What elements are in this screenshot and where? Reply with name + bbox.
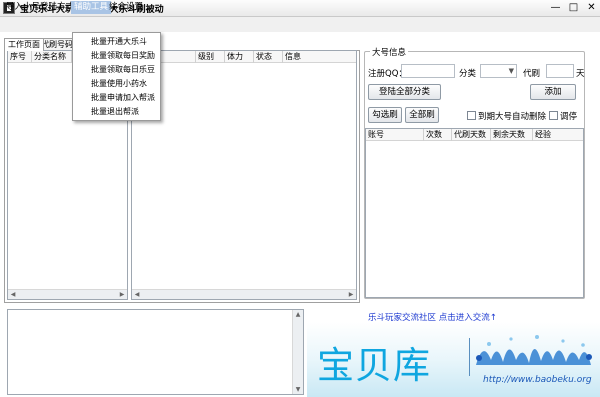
- qq-input[interactable]: [401, 64, 455, 78]
- add-button[interactable]: 添加: [530, 84, 576, 100]
- account-status-table[interactable]: [131, 50, 357, 300]
- column-account[interactable]: 账号: [366, 129, 424, 141]
- splash-art-icon: [476, 335, 592, 365]
- scroll-left-icon[interactable]: ◀: [133, 291, 141, 299]
- days-input[interactable]: [546, 64, 574, 78]
- account-table[interactable]: [365, 128, 584, 298]
- auto-delete-checkbox[interactable]: [467, 111, 476, 120]
- column-status[interactable]: 状态: [254, 51, 283, 63]
- menu-item-quit-guild[interactable]: 批量退出帮派: [73, 105, 160, 118]
- log-textarea[interactable]: [7, 309, 304, 395]
- maximize-button[interactable]: □: [565, 1, 582, 15]
- scroll-right-icon[interactable]: ▶: [118, 291, 126, 299]
- scroll-left-icon[interactable]: ◀: [9, 291, 17, 299]
- close-button[interactable]: ✕: [583, 1, 600, 15]
- tools-dropdown-menu: 批量开通大乐斗 批量领取每日奖励 批量领取每日乐豆 批量使用小药水 批量申请加入…: [72, 32, 161, 121]
- menu-item-daily-beans[interactable]: 批量领取每日乐豆: [73, 63, 160, 76]
- column-remaining-days[interactable]: 剩余天数: [491, 129, 533, 141]
- category-label: 分类: [459, 69, 477, 79]
- select-checked-button[interactable]: 勾选刷: [368, 107, 402, 123]
- column-level[interactable]: 级别: [196, 51, 225, 63]
- column-stamina[interactable]: 体力: [225, 51, 254, 63]
- auto-delete-label: 到期大号自动删除: [478, 112, 547, 122]
- pause-label: 调停: [560, 112, 578, 122]
- refresh-all-button[interactable]: 全部刷: [405, 107, 439, 123]
- column-info[interactable]: 信息: [283, 51, 356, 63]
- menu-item-join-guild[interactable]: 批量申请加入帮派: [73, 91, 160, 104]
- days-unit: 天: [576, 69, 585, 79]
- account-info-title: 大号信息: [370, 46, 409, 58]
- category-select[interactable]: ▼: [480, 64, 517, 78]
- baobeiku-logo: 宝贝库: [317, 344, 431, 387]
- column-experience[interactable]: 经验: [533, 129, 583, 141]
- scroll-right-icon[interactable]: ▶: [347, 291, 355, 299]
- minimize-button[interactable]: —: [547, 1, 564, 15]
- vertical-scrollbar[interactable]: ▲ ▼: [292, 310, 303, 394]
- tab-work-page[interactable]: 工作页面: [4, 38, 44, 51]
- column-category-name[interactable]: 分类名称: [32, 51, 72, 63]
- menu-bar: [0, 17, 600, 32]
- column-brush-days[interactable]: 代刷天数: [452, 129, 491, 141]
- login-all-button[interactable]: 登陆全部分类: [368, 84, 441, 100]
- column-index[interactable]: 序号: [8, 51, 32, 63]
- menu-item-open-dale-dou[interactable]: 批量开通大乐斗: [73, 35, 160, 48]
- scroll-up-icon[interactable]: ▲: [294, 311, 302, 318]
- chevron-down-icon[interactable]: ▼: [509, 65, 514, 78]
- logo-divider: [469, 338, 470, 376]
- pause-checkbox[interactable]: [549, 111, 558, 120]
- days-label: 代刷: [523, 69, 541, 79]
- scroll-down-icon[interactable]: ▼: [294, 386, 302, 393]
- horizontal-scrollbar[interactable]: ◀ ▶: [8, 289, 127, 299]
- menu-settings[interactable]: 综合设置: [106, 1, 146, 14]
- watermark-url: http://www.baobeku.org: [483, 375, 592, 385]
- menu-tools[interactable]: 辅助工具: [71, 1, 112, 14]
- menu-item-daily-reward[interactable]: 批量领取每日奖励: [73, 49, 160, 62]
- horizontal-scrollbar[interactable]: ◀ ▶: [132, 289, 356, 299]
- menu-item-use-potion[interactable]: 批量使用小药水: [73, 77, 160, 90]
- column-count[interactable]: 次数: [424, 129, 452, 141]
